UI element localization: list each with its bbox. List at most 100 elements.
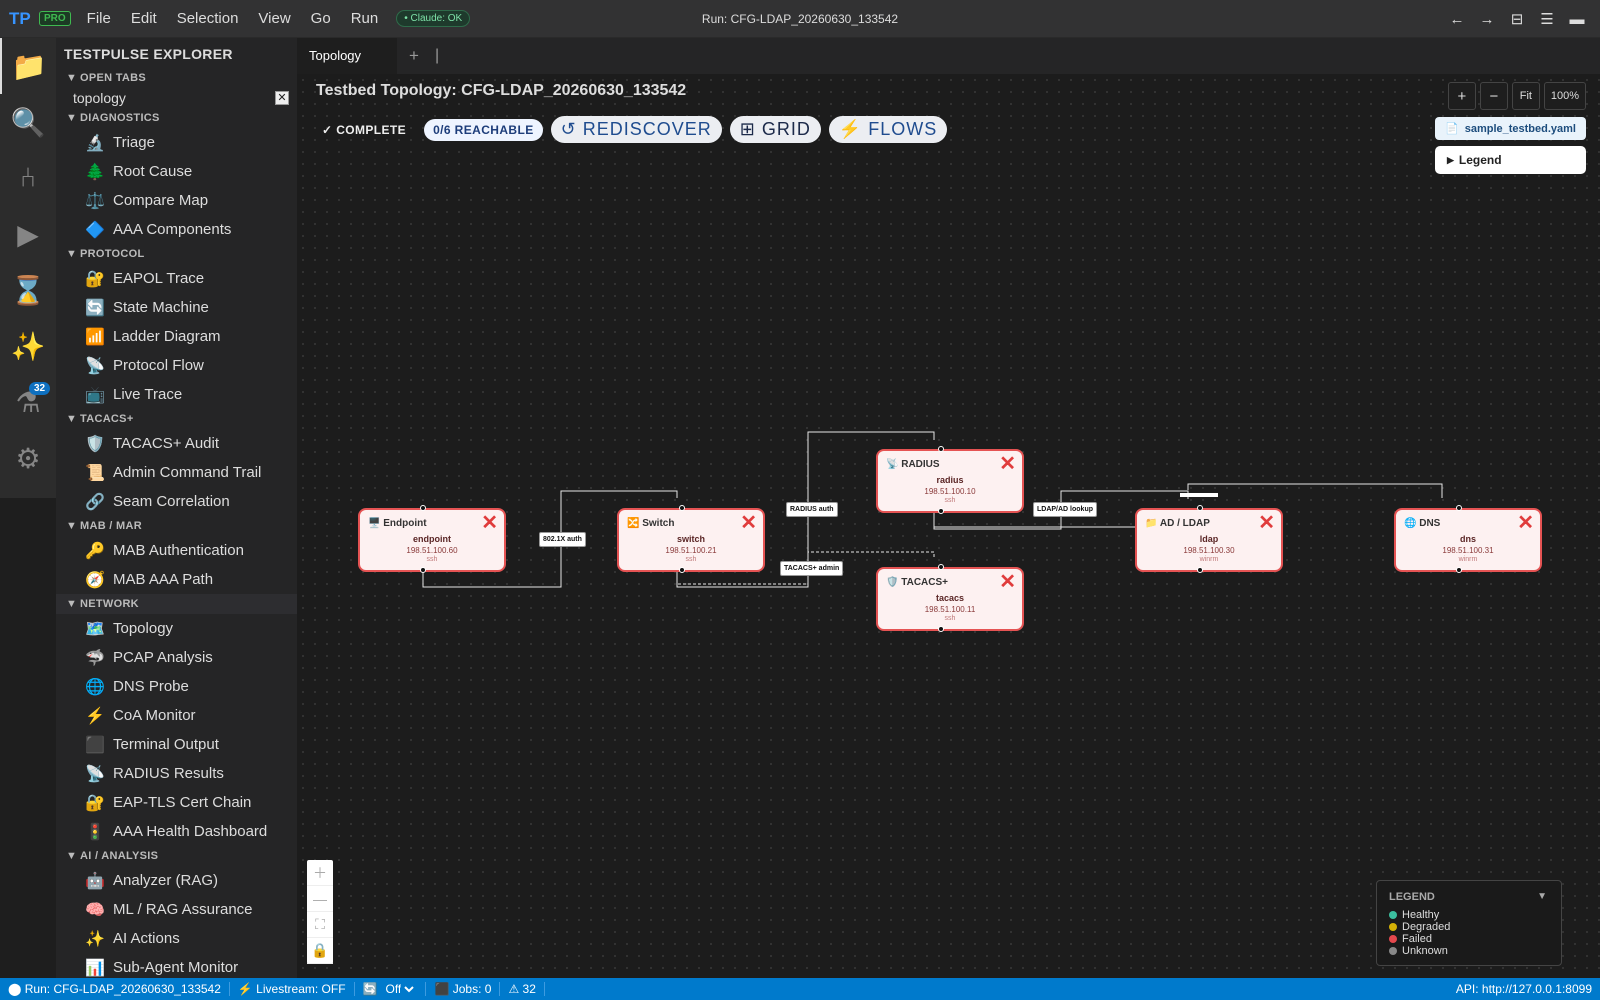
tab-topology[interactable]: Topology — [297, 38, 397, 74]
sidebar-item-analyzer-rag[interactable]: 🤖 Analyzer (RAG) — [56, 866, 297, 895]
sidebar-item-radius-results[interactable]: 📡 RADIUS Results — [56, 759, 297, 788]
section-network[interactable]: ▼ NETWORK — [56, 594, 297, 614]
explorer-folder-icon[interactable]: 📁 — [0, 38, 56, 94]
node-ldap[interactable]: 📁 AD / LDAP ✕ ldap 198.51.100.30 winrm — [1135, 508, 1283, 572]
source-control-icon[interactable]: ⑃ — [0, 150, 56, 206]
close-icon[interactable]: ✕ — [275, 91, 289, 105]
sidebar-item-compare-map[interactable]: ⚖️ Compare Map — [56, 186, 297, 215]
hamburger-menu-icon[interactable]: ☰ — [1534, 10, 1560, 28]
port-switch-top[interactable] — [679, 505, 685, 511]
sidebar-item-admin-command-trail[interactable]: 📜 Admin Command Trail — [56, 458, 297, 487]
node-switch-protocol: ssh — [685, 556, 697, 563]
sidebar-item-triage[interactable]: 🔬 Triage — [56, 128, 297, 157]
forward-arrow-icon[interactable]: → — [1474, 11, 1500, 28]
sidebar-item-root-cause[interactable]: 🌲 Root Cause — [56, 157, 297, 186]
sidebar-item-protocol-flow[interactable]: 📡 Protocol Flow — [56, 351, 297, 380]
sidebar-item-live-trace[interactable]: 📺 Live Trace — [56, 380, 297, 409]
sidebar-item-aaa-components[interactable]: 🔷 AAA Components — [56, 215, 297, 244]
hourglass-icon[interactable]: ⌛ — [0, 262, 56, 318]
port-radius-top[interactable] — [938, 446, 944, 452]
edge-label-tacacs[interactable]: TACACS+ admin — [780, 561, 844, 576]
port-switch-bottom[interactable] — [679, 567, 685, 573]
port-dns-top[interactable] — [1456, 505, 1462, 511]
panel-toggle-icon[interactable]: ▬ — [1564, 11, 1590, 28]
node-switch-name: switch — [676, 534, 705, 544]
menu-file[interactable]: File — [77, 10, 121, 27]
node-dns[interactable]: 🌐 DNS ✕ dns 198.51.100.31 winrm — [1394, 508, 1542, 572]
refresh-interval-select[interactable]: Off — [381, 981, 418, 997]
status-warnings[interactable]: ⚠ 32 — [500, 982, 545, 996]
section-diagnostics[interactable]: ▼ DIAGNOSTICS — [56, 108, 297, 128]
node-tacacs[interactable]: 🛡️ TACACS+ ✕ tacacs 198.51.100.11 ssh — [876, 567, 1024, 631]
menu-view[interactable]: View — [248, 10, 300, 27]
run-play-icon[interactable]: ▶ — [0, 206, 56, 262]
topology-canvas[interactable]: Testbed Topology: CFG-LDAP_20260630_1335… — [297, 74, 1600, 978]
folder-icon: 📁 — [1145, 518, 1158, 529]
sidebar-item-ai-actions[interactable]: ✨ AI Actions — [56, 924, 297, 953]
port-ldap-bottom[interactable] — [1197, 567, 1203, 573]
section-protocol[interactable]: ▼ PROTOCOL — [56, 244, 297, 264]
status-run[interactable]: ⬤ Run: CFG-LDAP_20260630_133542 — [0, 982, 230, 996]
port-endpoint-top[interactable] — [420, 505, 426, 511]
section-mab[interactable]: ▼ MAB / MAR — [56, 516, 297, 536]
sidebar-item-state-machine[interactable]: 🔄 State Machine — [56, 293, 297, 322]
node-dns-type: 🌐 DNS — [1404, 518, 1441, 529]
sidebar-item-mab-aaa-path[interactable]: 🧭 MAB AAA Path — [56, 565, 297, 594]
menu-edit[interactable]: Edit — [121, 10, 167, 27]
port-dns-bottom[interactable] — [1456, 567, 1462, 573]
robot-icon: 🤖 — [85, 872, 105, 890]
sidebar-item-eapol-trace[interactable]: 🔐 EAPOL Trace — [56, 264, 297, 293]
back-arrow-icon[interactable]: ← — [1444, 11, 1470, 28]
status-livestream[interactable]: ⚡ Livestream: OFF — [230, 982, 355, 996]
sidebar-item-aaa-health-dashboard[interactable]: 🚦 AAA Health Dashboard — [56, 817, 297, 846]
sparkles-icon[interactable]: ✨ — [0, 318, 56, 374]
search-icon[interactable]: 🔍 — [0, 94, 56, 150]
port-radius-bottom[interactable] — [938, 508, 944, 514]
edge-label-radius[interactable]: RADIUS auth — [786, 502, 838, 517]
port-tacacs-bottom[interactable] — [938, 626, 944, 632]
mini-zoom-out-button[interactable]: — — [307, 886, 333, 912]
menu-run[interactable]: Run — [341, 10, 389, 27]
sidebar-item-eap-tls-cert-chain[interactable]: 🔐 EAP-TLS Cert Chain — [56, 788, 297, 817]
gear-icon[interactable]: ⚙ — [0, 430, 56, 486]
sidebar-item-dns-probe[interactable]: 🌐 DNS Probe — [56, 672, 297, 701]
sidebar-item-coa-monitor[interactable]: ⚡ CoA Monitor — [56, 701, 297, 730]
sidebar-item-sub-agent-monitor[interactable]: 📊 Sub-Agent Monitor — [56, 953, 297, 978]
node-radius-name: radius — [936, 475, 964, 485]
sidebar-item-terminal-output[interactable]: ⬛ Terminal Output — [56, 730, 297, 759]
port-endpoint-bottom[interactable] — [420, 567, 426, 573]
status-jobs[interactable]: ⬛ Jobs: 0 — [426, 982, 501, 996]
lock-icon[interactable]: 🔒 — [307, 938, 333, 964]
section-open-tabs[interactable]: ▼ OPEN TABS — [56, 68, 297, 88]
flask-icon[interactable]: ⚗ 32 — [0, 374, 56, 430]
port-ldap-top[interactable] — [1197, 505, 1203, 511]
globe-icon: 🌐 — [85, 678, 105, 696]
node-switch[interactable]: 🔀 Switch ✕ switch 198.51.100.21 ssh — [617, 508, 765, 572]
layout-toggle-icon[interactable]: ⊟ — [1504, 10, 1530, 28]
tests-count-badge: 32 — [29, 382, 51, 395]
open-tab-topology[interactable]: topology ✕ — [56, 88, 297, 108]
sidebar-item-pcap-analysis[interactable]: 🦈 PCAP Analysis — [56, 643, 297, 672]
sidebar-item-ml-rag-assurance[interactable]: 🧠 ML / RAG Assurance — [56, 895, 297, 924]
menu-selection[interactable]: Selection — [167, 10, 249, 27]
node-radius[interactable]: 📡 RADIUS ✕ radius 198.51.100.10 ssh — [876, 449, 1024, 513]
claude-status-badge[interactable]: • Claude: OK — [396, 10, 471, 27]
tab-divider: | — [435, 47, 440, 64]
chevron-down-icon[interactable]: ▼ — [1537, 891, 1547, 902]
node-endpoint[interactable]: 🖥️ Endpoint ✕ endpoint 198.51.100.60 ssh — [358, 508, 506, 572]
section-tacacs[interactable]: ▼ TACACS+ — [56, 409, 297, 429]
menu-go[interactable]: Go — [301, 10, 341, 27]
sidebar-item-topology[interactable]: 🗺️ Topology — [56, 614, 297, 643]
new-tab-plus-icon[interactable]: + — [397, 46, 431, 66]
sidebar-item-mab-authentication[interactable]: 🔑 MAB Authentication — [56, 536, 297, 565]
sidebar-item-ladder-diagram[interactable]: 📶 Ladder Diagram — [56, 322, 297, 351]
fit-view-icon[interactable]: ⛶ — [307, 912, 333, 938]
section-ai-analysis[interactable]: ▼ AI / ANALYSIS — [56, 846, 297, 866]
sidebar-item-seam-correlation[interactable]: 🔗 Seam Correlation — [56, 487, 297, 516]
edge-label-dot1x[interactable]: 802.1X auth — [539, 532, 586, 547]
mini-zoom-in-button[interactable]: ＋ — [307, 860, 333, 886]
edge-label-ldap[interactable]: LDAP/AD lookup — [1033, 502, 1097, 517]
sidebar-item-tacacs-audit[interactable]: 🛡️ TACACS+ Audit — [56, 429, 297, 458]
port-tacacs-top[interactable] — [938, 564, 944, 570]
status-api-endpoint[interactable]: API: http://127.0.0.1:8099 — [1456, 982, 1600, 996]
